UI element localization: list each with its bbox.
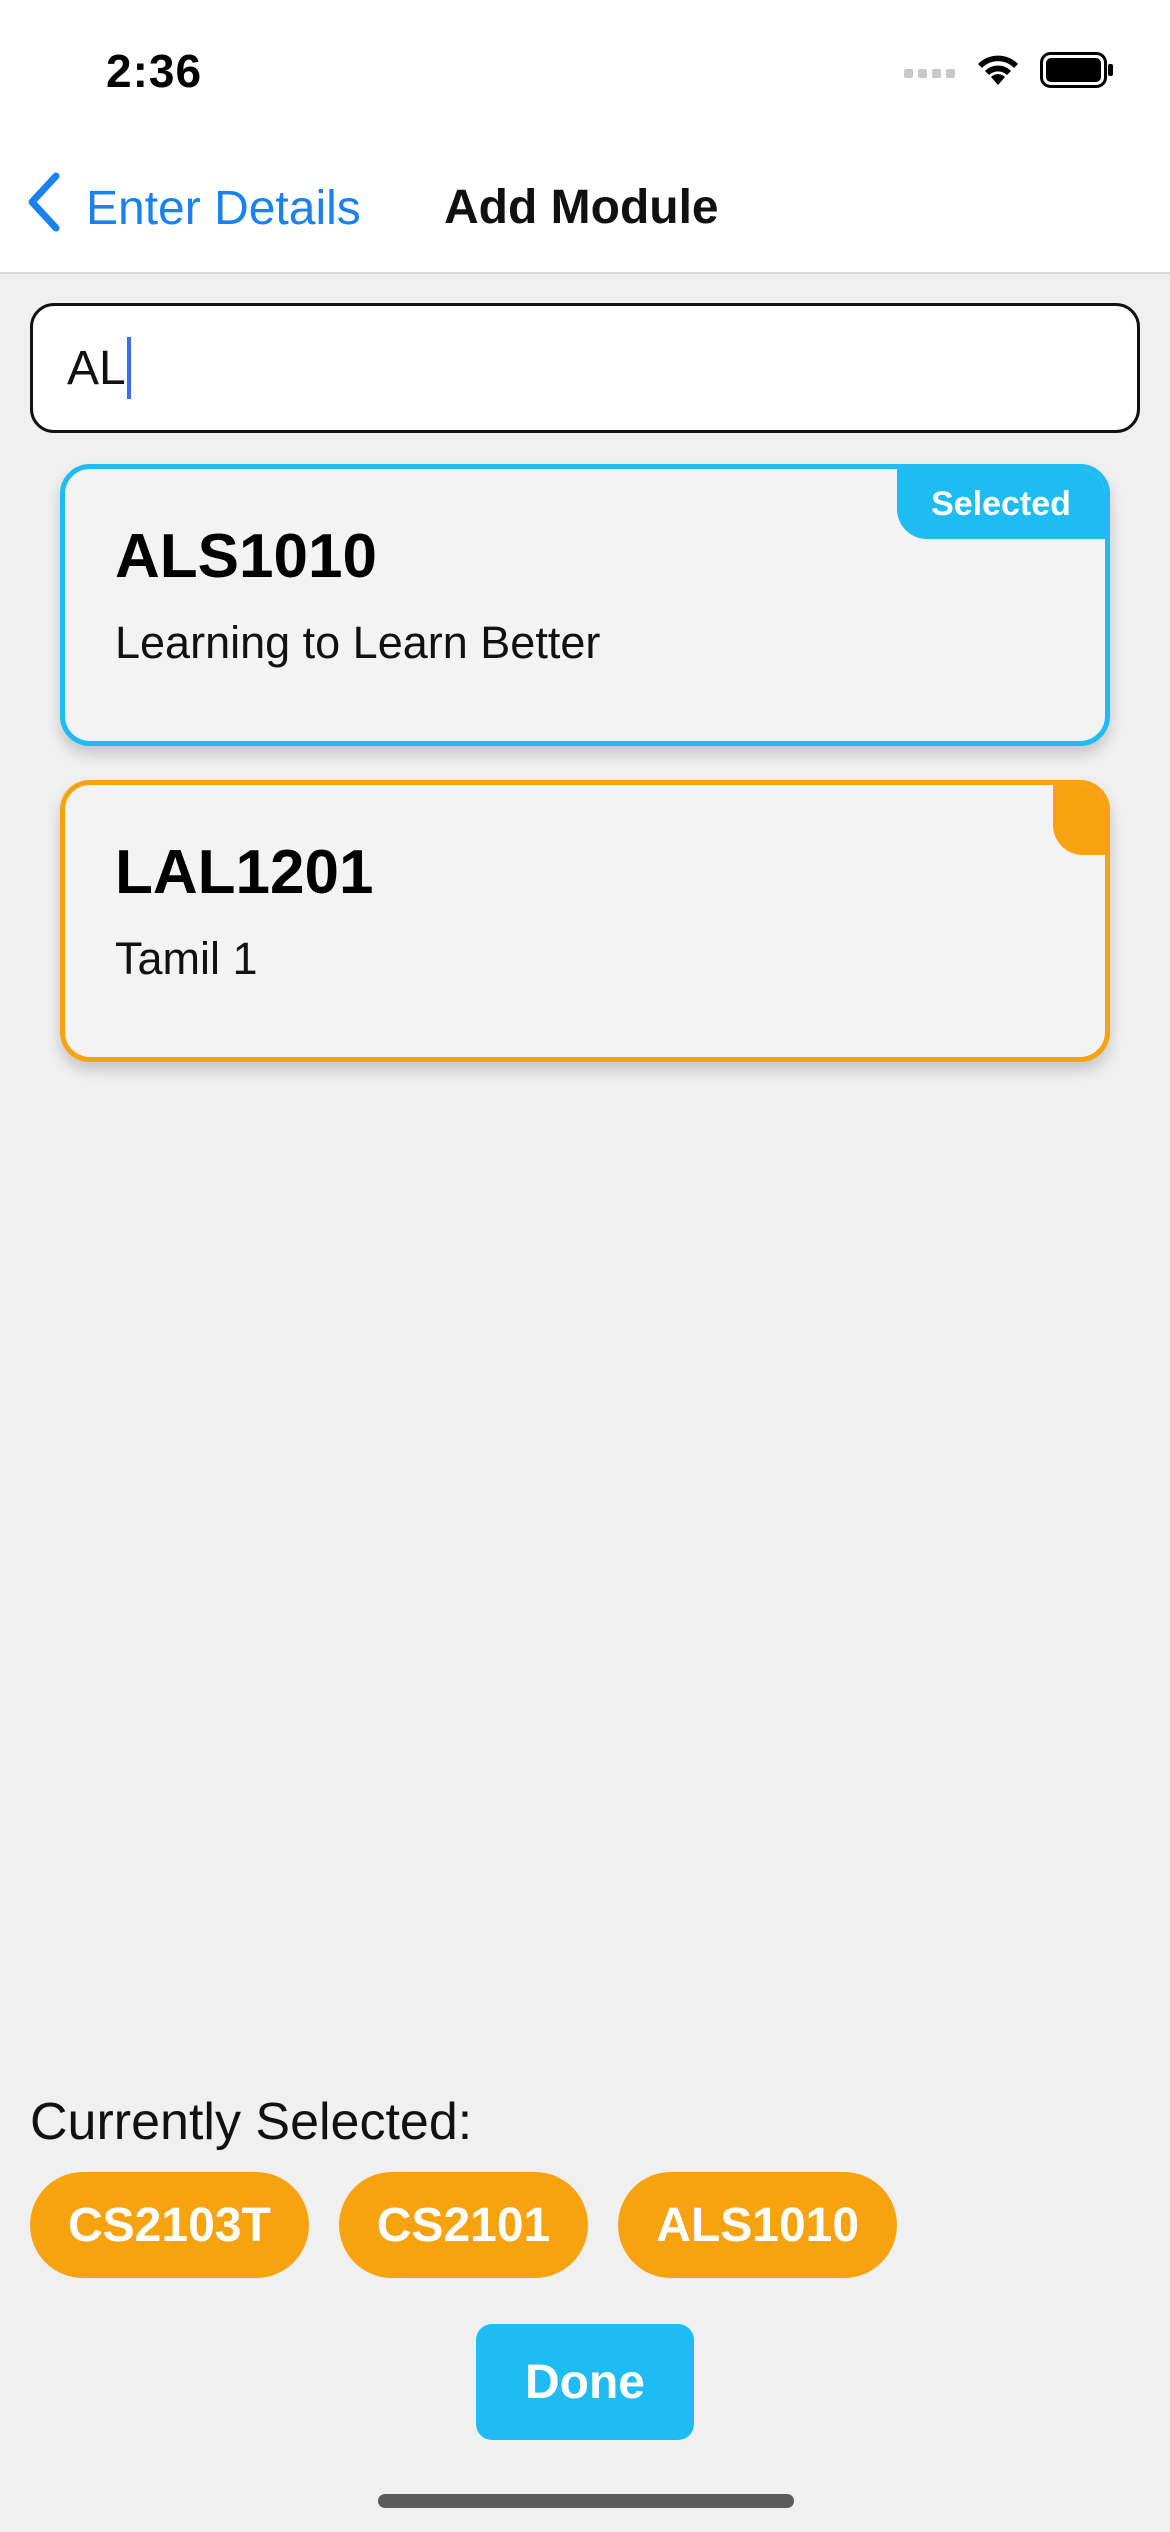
chevron-left-icon xyxy=(24,172,64,244)
selected-badge: Selected xyxy=(897,469,1105,539)
selected-module-chip[interactable]: ALS1010 xyxy=(618,2172,898,2278)
back-button[interactable]: Enter Details xyxy=(24,170,361,246)
module-search-input[interactable]: AL xyxy=(30,303,1140,433)
wifi-icon xyxy=(974,51,1022,94)
module-name: Learning to Learn Better xyxy=(115,617,601,668)
home-indicator xyxy=(378,2494,794,2508)
selected-module-chip[interactable]: CS2101 xyxy=(338,2172,589,2278)
module-card-als1010[interactable]: Selected ALS1010 Learning to Learn Bette… xyxy=(60,464,1110,746)
navigation-bar: Enter Details Add Module xyxy=(0,150,1170,274)
status-icons xyxy=(904,51,1114,94)
selected-modules-list: CS2103T CS2101 ALS1010 xyxy=(30,2172,898,2278)
currently-selected-label: Currently Selected: xyxy=(30,2093,473,2151)
battery-icon xyxy=(1040,51,1114,93)
module-card-lal1201[interactable]: LAL1201 Tamil 1 xyxy=(60,780,1110,1062)
unselected-corner-tag xyxy=(1053,785,1105,855)
done-button[interactable]: Done xyxy=(476,2324,694,2440)
module-name: Tamil 1 xyxy=(115,933,258,984)
module-code: ALS1010 xyxy=(115,522,377,591)
search-input-value: AL xyxy=(67,341,126,395)
status-bar: 2:36 xyxy=(0,0,1170,150)
page-title: Add Module xyxy=(444,181,719,234)
selected-module-chip[interactable]: CS2103T xyxy=(30,2172,309,2278)
back-button-label: Enter Details xyxy=(86,181,361,235)
module-code: LAL1201 xyxy=(115,838,374,907)
text-cursor xyxy=(126,337,131,399)
cellular-signal-icon xyxy=(904,61,956,84)
status-time: 2:36 xyxy=(106,45,203,97)
